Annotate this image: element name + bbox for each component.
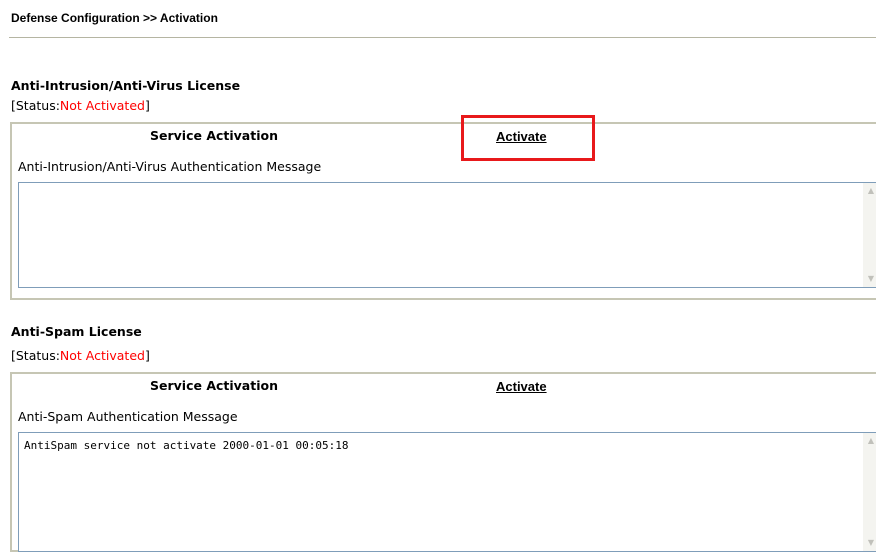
auth-message-label: Anti-Spam Authentication Message (18, 409, 238, 424)
status-value: Not Activated (59, 348, 145, 363)
panel-anti-intrusion: Service Activation Activate Anti-Intrusi… (10, 122, 876, 300)
auth-message-text: AntiSpam service not activate 2000-01-01… (24, 439, 349, 452)
section-title-anti-spam: Anti-Spam License (11, 324, 142, 339)
service-activation-label: Service Activation (150, 128, 278, 143)
panel-anti-spam: Service Activation Activate Anti-Spam Au… (10, 372, 876, 552)
auth-message-textarea[interactable]: AntiSpam service not activate 2000-01-01… (18, 432, 876, 552)
status-line-anti-intrusion: [Status:Not Activated] (11, 98, 150, 113)
vertical-scrollbar[interactable]: ▲ ▼ (863, 183, 876, 287)
section-title-anti-intrusion: Anti-Intrusion/Anti-Virus License (11, 78, 241, 93)
scroll-up-icon[interactable]: ▲ (863, 433, 876, 449)
status-value: Not Activated (59, 98, 145, 113)
vertical-scrollbar[interactable]: ▲ ▼ (863, 433, 876, 551)
service-activation-label: Service Activation (150, 378, 278, 393)
status-prefix: [Status: (11, 348, 60, 363)
breadcrumb: Defense Configuration >> Activation (11, 11, 218, 25)
activate-link-anti-intrusion[interactable]: Activate (496, 129, 547, 144)
status-prefix: [Status: (11, 98, 60, 113)
activate-link-anti-spam[interactable]: Activate (496, 379, 547, 394)
auth-message-label: Anti-Intrusion/Anti-Virus Authentication… (18, 159, 322, 174)
header-divider (9, 37, 876, 38)
status-suffix: ] (144, 98, 150, 113)
scroll-down-icon[interactable]: ▼ (863, 271, 876, 287)
status-suffix: ] (144, 348, 150, 363)
scroll-up-icon[interactable]: ▲ (863, 183, 876, 199)
status-line-anti-spam: [Status:Not Activated] (11, 348, 150, 363)
auth-message-textarea[interactable]: ▲ ▼ (18, 182, 876, 288)
scroll-down-icon[interactable]: ▼ (863, 535, 876, 551)
